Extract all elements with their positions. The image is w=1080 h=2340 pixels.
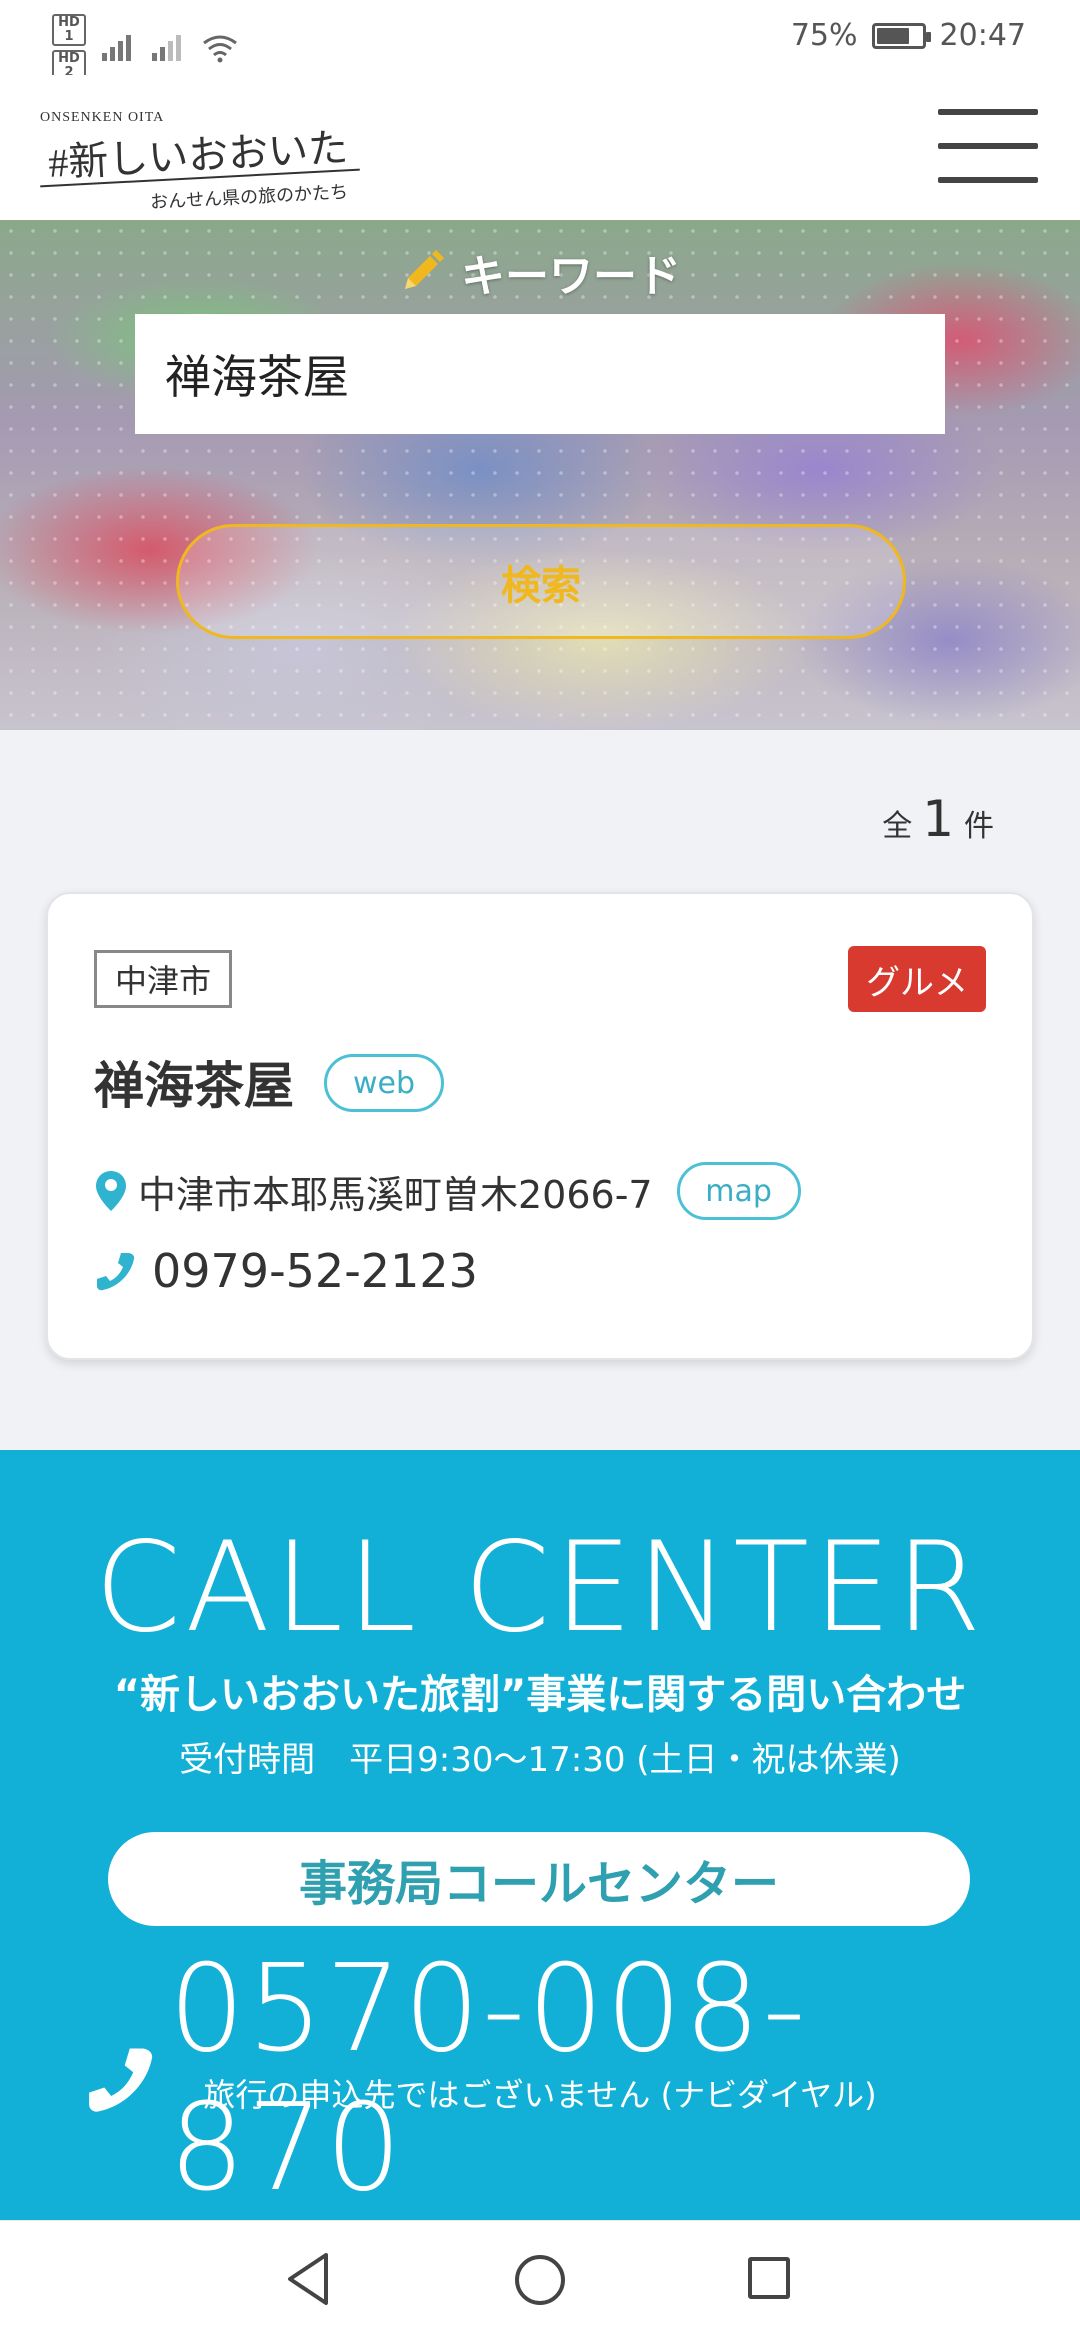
menu-bar <box>938 177 1038 183</box>
call-center-subtitle: “新しいおおいた旅割”事業に関する問い合わせ <box>113 1672 967 1718</box>
recent-apps-icon[interactable] <box>748 2257 790 2299</box>
call-center-section: CALL CENTER “新しいおおいた旅割”事業に関する問い合わせ 受付時間 … <box>0 1450 1080 2220</box>
keyword-label: キーワード <box>0 240 1080 304</box>
status-bar: HD 1 HD 2 75% 20:47 <box>0 0 1080 82</box>
status-right: 75% 20:47 <box>791 18 1026 53</box>
call-center-title: CALL CENTER <box>94 1516 986 1660</box>
map-pin-icon <box>96 1171 126 1211</box>
call-center-note: 旅行の申込先ではございません (ナビダイヤル) <box>203 2076 877 2114</box>
logo-sub-text: おんせん県の旅のかたち <box>149 181 349 214</box>
address-row: 中津市本耶馬溪町曽木2066-7 map <box>94 1162 801 1220</box>
count-suffix: 件 <box>964 809 994 844</box>
battery-icon <box>871 22 931 49</box>
signal-1-icon <box>102 35 131 61</box>
office-call-center-button[interactable]: 事務局コールセンター <box>108 1832 970 1926</box>
address-text: 中津市本耶馬溪町曽木2066-7 <box>138 1172 653 1217</box>
category-badge: グルメ <box>848 946 986 1012</box>
sim-indicators: HD 1 HD 2 <box>52 14 86 82</box>
web-link-button[interactable]: web <box>324 1054 444 1112</box>
battery-percent: 75% <box>790 18 858 53</box>
signal-group: HD 1 HD 2 <box>52 14 240 82</box>
app-screen: HD 1 HD 2 75% 20:47 ONSENKEN OITA #新しいおお… <box>0 0 1080 2340</box>
sim1-hd-icon: HD 1 <box>52 14 86 46</box>
logo-top-text: ONSENKEN OITA <box>40 110 165 125</box>
clock: 20:47 <box>939 18 1026 53</box>
shop-name: 禅海茶屋 <box>94 1057 294 1115</box>
signal-2-icon <box>152 35 181 61</box>
tel-row: 0979-52-2123 <box>94 1244 478 1298</box>
count-number: 1 <box>922 790 954 848</box>
site-logo[interactable]: ONSENKEN OITA #新しいおおいた おんせん県の旅のかたち <box>40 105 370 213</box>
phone-icon <box>97 1253 135 1291</box>
keyword-label-text: キーワード <box>461 251 681 302</box>
back-icon[interactable] <box>284 2251 334 2307</box>
battery-fill <box>876 27 909 44</box>
results-section: 全 1 件 中津市 グルメ 禅海茶屋 web 中津市本耶馬溪町曽木2066-7 … <box>0 730 1080 1450</box>
result-card: 中津市 グルメ 禅海茶屋 web 中津市本耶馬溪町曽木2066-7 map 09… <box>46 892 1034 1360</box>
search-button[interactable]: 検索 <box>176 524 906 639</box>
wifi-icon <box>203 35 237 63</box>
menu-bar <box>938 143 1038 149</box>
keyword-input[interactable] <box>135 314 945 434</box>
count-prefix: 全 <box>882 809 913 844</box>
system-nav-bar <box>0 2220 1080 2340</box>
call-center-hours: 受付時間 平日9:30～17:30 (土日・祝は休業) <box>179 1740 901 1780</box>
pencil-icon <box>405 250 444 289</box>
city-tag: 中津市 <box>94 950 233 1008</box>
result-count: 全 1 件 <box>882 790 994 848</box>
map-link-button[interactable]: map <box>676 1162 801 1220</box>
hamburger-menu-icon[interactable] <box>938 109 1042 185</box>
menu-bar <box>938 109 1038 115</box>
site-header: ONSENKEN OITA #新しいおおいた おんせん県の旅のかたち <box>0 75 1080 220</box>
search-hero: キーワード 検索 <box>0 220 1080 730</box>
home-icon[interactable] <box>515 2255 565 2305</box>
tel-text[interactable]: 0979-52-2123 <box>152 1244 478 1298</box>
